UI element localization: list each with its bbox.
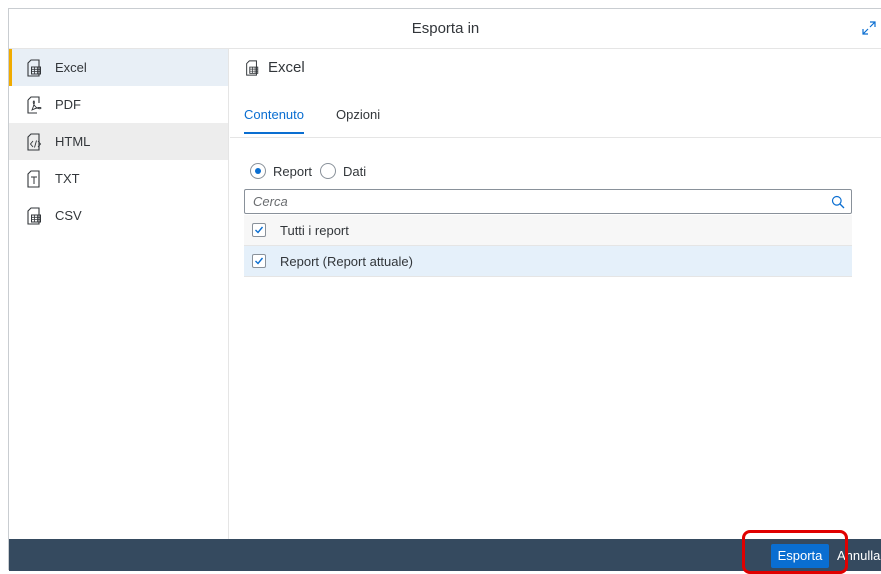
sidebar-item-label: HTML bbox=[55, 134, 91, 149]
checkmark-icon bbox=[255, 257, 264, 265]
expand-icon[interactable] bbox=[862, 21, 876, 35]
radio-report[interactable] bbox=[250, 163, 266, 179]
sidebar-item-label: CSV bbox=[55, 208, 82, 223]
excel-icon bbox=[246, 59, 259, 76]
tab-opzioni[interactable]: Opzioni bbox=[336, 107, 380, 132]
sidebar-item-txt[interactable]: TXT bbox=[9, 160, 228, 197]
sidebar-item-pdf[interactable]: PDF bbox=[9, 86, 228, 123]
report-list: Tutti i report Report (Report attuale) bbox=[244, 215, 852, 277]
html-icon bbox=[27, 132, 42, 151]
sidebar-item-label: Excel bbox=[55, 60, 87, 75]
export-content-panel: Excel Contenuto Opzioni Report Dati Cerc… bbox=[230, 49, 881, 539]
sidebar-item-csv[interactable]: CSV bbox=[9, 197, 228, 234]
radio-dati-label[interactable]: Dati bbox=[343, 164, 366, 179]
excel-icon bbox=[27, 58, 41, 77]
cancel-button[interactable]: Annulla bbox=[837, 544, 880, 568]
tab-contenuto[interactable]: Contenuto bbox=[244, 107, 304, 134]
panel-title: Excel bbox=[244, 59, 305, 76]
dialog-footer: Esporta Annulla bbox=[9, 539, 881, 571]
export-dialog: Esporta in Excel PDF HTML TXT CSV Excel … bbox=[8, 8, 881, 571]
csv-icon bbox=[27, 206, 41, 225]
checkbox[interactable] bbox=[252, 254, 266, 268]
sidebar-item-html[interactable]: HTML bbox=[9, 123, 228, 160]
format-sidebar: Excel PDF HTML TXT CSV bbox=[9, 49, 229, 539]
sidebar-item-excel[interactable]: Excel bbox=[9, 49, 228, 86]
txt-icon bbox=[27, 169, 40, 188]
pdf-icon bbox=[27, 95, 42, 114]
list-item-label: Report (Report attuale) bbox=[280, 253, 413, 269]
list-item[interactable]: Report (Report attuale) bbox=[244, 246, 852, 277]
export-button[interactable]: Esporta bbox=[771, 544, 829, 568]
sidebar-item-label: PDF bbox=[55, 97, 81, 112]
search-input[interactable] bbox=[245, 190, 815, 213]
list-item[interactable]: Tutti i report bbox=[244, 215, 852, 246]
panel-title-label: Excel bbox=[268, 59, 305, 76]
radio-report-label[interactable]: Report bbox=[273, 164, 312, 179]
content-type-radio-group: Report Dati bbox=[250, 163, 374, 179]
dialog-title: Esporta in bbox=[411, 20, 480, 37]
dialog-header: Esporta in bbox=[9, 9, 881, 49]
sidebar-item-label: TXT bbox=[55, 171, 80, 186]
checkbox[interactable] bbox=[252, 223, 266, 237]
search-field bbox=[244, 189, 852, 214]
radio-dati[interactable] bbox=[320, 163, 337, 179]
list-item-label: Tutti i report bbox=[280, 222, 349, 238]
search-icon[interactable] bbox=[831, 195, 845, 209]
checkmark-icon bbox=[255, 226, 264, 234]
tab-bar: Contenuto Opzioni bbox=[230, 97, 881, 138]
